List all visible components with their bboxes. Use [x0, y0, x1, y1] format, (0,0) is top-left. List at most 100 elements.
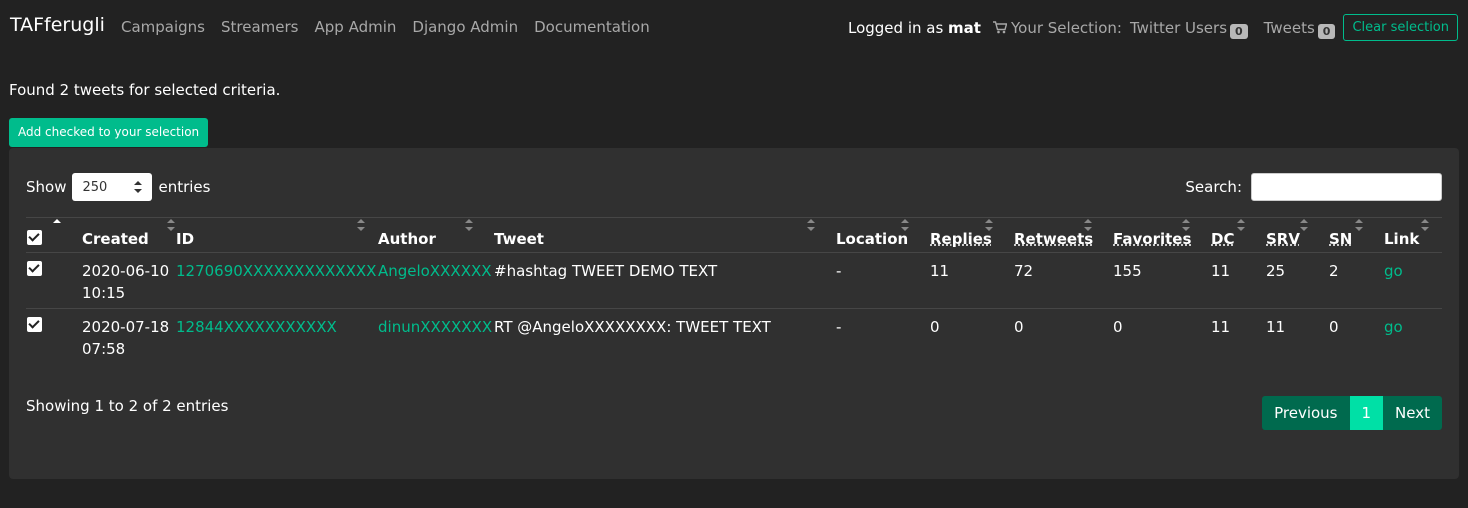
sort-icon[interactable] — [1420, 218, 1430, 232]
col-author-label: Author — [378, 230, 436, 248]
selection-label: Your Selection: — [1010, 18, 1122, 37]
col-link[interactable]: Link — [1384, 217, 1442, 253]
table-header-row: Created ID Author Tweet Location Replies… — [26, 217, 1442, 253]
cell-srv: 25 — [1266, 252, 1329, 309]
nav-django-admin[interactable]: Django Admin — [412, 18, 518, 36]
found-tweets-text: Found 2 tweets for selected criteria. — [9, 81, 281, 99]
sort-icon[interactable] — [806, 218, 816, 232]
twitter-users-link[interactable]: Twitter Users 0 — [1130, 19, 1248, 39]
cell-id: 12844XXXXXXXXXXX — [176, 309, 378, 365]
col-favorites[interactable]: Favorites — [1113, 217, 1211, 253]
nav-app-admin[interactable]: App Admin — [315, 18, 397, 36]
select-all-header — [26, 217, 82, 253]
col-id-label: ID — [176, 230, 195, 248]
col-srv-label: SRV — [1266, 230, 1300, 248]
sort-icon[interactable] — [1083, 218, 1093, 232]
cell-sn: 0 — [1329, 318, 1339, 336]
cell-retweets: 0 — [1014, 318, 1024, 336]
cell-dc: 11 — [1211, 318, 1231, 336]
brand-link[interactable]: TAFferugli — [10, 14, 105, 36]
previous-page-button[interactable]: Previous — [1262, 396, 1350, 430]
cell-created: 2020-06-10 10:15 — [82, 252, 176, 309]
sort-icon[interactable] — [52, 218, 62, 232]
cell-sn: 2 — [1329, 252, 1384, 309]
col-created-label: Created — [82, 230, 149, 248]
sort-icon[interactable] — [464, 218, 474, 232]
sort-icon[interactable] — [984, 218, 994, 232]
sort-icon[interactable] — [1236, 218, 1246, 232]
col-tweet-label: Tweet — [494, 230, 544, 248]
next-page-button[interactable]: Next — [1383, 396, 1442, 430]
cell-created: 2020-07-18 07:58 — [82, 309, 176, 365]
col-location[interactable]: Location — [836, 217, 930, 253]
author-link[interactable]: dinunXXXXXXX — [378, 318, 492, 336]
nav-documentation[interactable]: Documentation — [534, 18, 650, 36]
col-retweets[interactable]: Retweets — [1014, 217, 1113, 253]
cell-link: go — [1384, 309, 1442, 365]
entries-label: entries — [158, 178, 211, 196]
go-link[interactable]: go — [1384, 262, 1403, 280]
tweet-id-link[interactable]: 1270690XXXXXXXXXXXXX — [176, 262, 376, 280]
show-label: Show — [26, 178, 67, 196]
sort-icon[interactable] — [1354, 218, 1364, 232]
select-arrows-icon — [134, 181, 143, 193]
col-dc[interactable]: DC — [1211, 217, 1266, 253]
clear-selection-button[interactable]: Clear selection — [1343, 14, 1458, 41]
col-sn[interactable]: SN — [1329, 217, 1384, 253]
tweets-table: Created ID Author Tweet Location Replies… — [26, 217, 1442, 365]
cell-replies: 11 — [930, 252, 1014, 309]
tweets-link[interactable]: Tweets 0 — [1263, 18, 1336, 39]
sort-icon[interactable] — [1181, 218, 1191, 232]
go-link[interactable]: go — [1384, 318, 1403, 336]
created-date: 2020-07-18 — [82, 318, 170, 336]
cell-replies: 0 — [930, 318, 940, 336]
row-checkbox[interactable] — [27, 261, 42, 276]
col-retweets-label: Retweets — [1014, 230, 1094, 248]
tweet-id-link[interactable]: 12844XXXXXXXXXXX — [176, 318, 337, 336]
table-row: 2020-06-10 10:15 1270690XXXXXXXXXXXXX Ang… — [26, 252, 1442, 309]
entries-length-select[interactable]: 250 — [72, 173, 153, 201]
sort-icon[interactable] — [356, 218, 366, 232]
col-created[interactable]: Created — [82, 217, 176, 253]
selection-cart: Your Selection: — [992, 18, 1122, 37]
table-search: Search: — [1185, 173, 1442, 201]
nav-campaigns[interactable]: Campaigns — [121, 18, 205, 36]
col-srv[interactable]: SRV — [1266, 217, 1329, 253]
page-1-button[interactable]: 1 — [1349, 396, 1384, 430]
sort-icon[interactable] — [166, 218, 176, 232]
nav-links: Campaigns Streamers App Admin Django Adm… — [121, 18, 650, 36]
cell-dc: 11 — [1211, 252, 1266, 309]
entries-length-value: 250 — [82, 179, 108, 195]
sort-icon[interactable] — [1299, 218, 1309, 232]
pagination: Previous 1 Next — [1262, 396, 1442, 430]
cell-location: - — [836, 318, 842, 336]
add-to-selection-button[interactable]: Add checked to your selection — [9, 118, 209, 147]
tweets-count-badge: 0 — [1317, 23, 1336, 39]
nav-right: Logged in as mat Your Selection: Twitter… — [848, 13, 1458, 42]
search-input[interactable] — [1251, 173, 1442, 201]
col-tweet[interactable]: Tweet — [494, 217, 836, 253]
nav-streamers[interactable]: Streamers — [221, 18, 298, 36]
cell-tweet: RT @AngeloXXXXXXXX: TWEET TEXT — [494, 318, 771, 336]
col-id[interactable]: ID — [176, 217, 378, 253]
cell-author: AngeloXXXXXX — [378, 252, 494, 309]
col-dc-label: DC — [1211, 230, 1235, 248]
created-time: 07:58 — [82, 340, 126, 358]
row-checkbox-cell — [26, 252, 82, 309]
cell-favorites: 0 — [1113, 318, 1123, 336]
created-time: 10:15 — [82, 284, 126, 302]
sort-icon[interactable] — [900, 218, 910, 232]
cell-srv: 11 — [1266, 318, 1286, 336]
col-replies-label: Replies — [930, 230, 992, 248]
cell-favorites: 155 — [1113, 252, 1211, 309]
cell-author: dinunXXXXXXX — [378, 309, 494, 365]
cell-tweet: #hashtag TWEET DEMO TEXT — [494, 252, 836, 309]
author-link[interactable]: AngeloXXXXXX — [378, 262, 492, 280]
logged-in-text: Logged in as mat — [848, 19, 981, 37]
row-checkbox[interactable] — [27, 317, 42, 332]
col-author[interactable]: Author — [378, 217, 494, 253]
col-favorites-label: Favorites — [1113, 230, 1192, 248]
select-all-checkbox[interactable] — [27, 229, 42, 245]
tweets-label: Tweets — [1263, 18, 1315, 37]
col-replies[interactable]: Replies — [930, 217, 1014, 253]
